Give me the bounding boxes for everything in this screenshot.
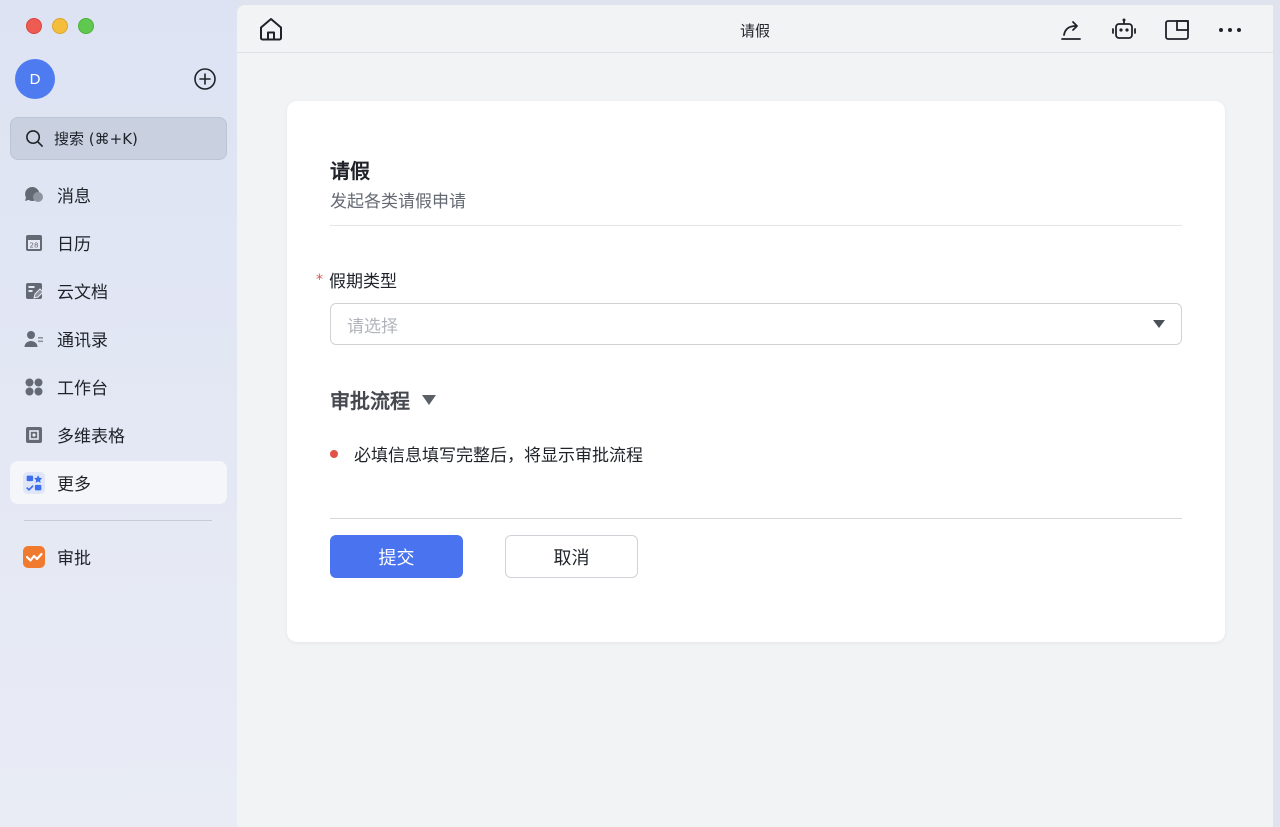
avatar[interactable]: D: [15, 59, 55, 99]
share-icon: [1060, 20, 1081, 40]
leave-type-label-text: 假期类型: [329, 272, 397, 292]
ellipsis-icon: [1218, 27, 1241, 32]
sidebar-item-messages[interactable]: 消息: [10, 173, 227, 216]
select-placeholder: 请选择: [347, 316, 398, 337]
sidebar-item-label: 通讯录: [57, 331, 108, 351]
sidebar-item-label: 云文档: [57, 283, 108, 303]
add-button[interactable]: [193, 67, 217, 91]
approval-flow-note-text: 必填信息填写完整后，将显示审批流程: [354, 446, 643, 466]
sidebar-item-label: 工作台: [57, 379, 108, 399]
required-mark: *: [316, 271, 323, 288]
calendar-day: 28: [30, 241, 39, 249]
message-icon: [23, 184, 45, 206]
submit-button[interactable]: 提交: [330, 535, 463, 578]
form-divider: [330, 225, 1182, 226]
main-panel: 请假 请假 发起各类请假申请 * 假期类型 请选择 审批流程 必填信息填写完整后…: [237, 5, 1273, 827]
search-label: 搜索 (⌘+K): [54, 130, 138, 148]
approval-flow-note: 必填信息填写完整后，将显示审批流程: [330, 441, 643, 466]
sidebar-item-calendar[interactable]: 28 日历: [10, 221, 227, 264]
actions-divider: [330, 518, 1182, 519]
window-layout-button[interactable]: [1163, 16, 1190, 43]
sidebar-divider: [24, 520, 212, 521]
form-title: 请假: [330, 159, 370, 183]
window-controls: [26, 18, 94, 34]
sidebar-item-label: 日历: [57, 235, 91, 255]
leave-type-label: * 假期类型: [316, 267, 397, 293]
base-icon: [23, 424, 45, 446]
approval-flow-title: 审批流程: [330, 389, 410, 413]
share-button[interactable]: [1057, 16, 1084, 43]
cancel-button[interactable]: 取消: [505, 535, 638, 578]
top-bar: 请假: [237, 5, 1273, 53]
approval-flow-toggle[interactable]: 审批流程: [330, 385, 436, 414]
contacts-icon: [23, 328, 45, 350]
approval-icon: [23, 545, 45, 568]
dropdown-arrow-icon: [1153, 320, 1165, 328]
sidebar-item-label: 审批: [57, 549, 91, 569]
split-window-icon: [1164, 19, 1189, 40]
more-options-button[interactable]: [1216, 16, 1243, 43]
leave-form-card: 请假 发起各类请假申请 * 假期类型 请选择 审批流程 必填信息填写完整后，将显…: [287, 101, 1225, 642]
caret-down-icon: [422, 394, 436, 405]
docs-icon: [23, 280, 45, 302]
sidebar-item-label: 多维表格: [57, 427, 125, 447]
zoom-window-button[interactable]: [78, 18, 94, 34]
calendar-icon: 28: [23, 232, 45, 254]
sidebar-item-base[interactable]: 多维表格: [10, 413, 227, 456]
sidebar-nav: 消息 28 日历 云文档 通讯录 工作台 多维表格 更多: [10, 173, 227, 509]
bullet-dot-icon: [330, 449, 338, 458]
robot-icon: [1111, 18, 1136, 39]
sidebar-item-approval[interactable]: 审批: [10, 535, 227, 578]
leave-type-select[interactable]: 请选择: [330, 303, 1182, 345]
sidebar-item-contacts[interactable]: 通讯录: [10, 317, 227, 360]
sidebar-item-more[interactable]: 更多: [10, 461, 227, 504]
sidebar: D 搜索 (⌘+K) 消息 28 日历 云文档 通讯录 工作台 多维表格 更多 …: [0, 0, 237, 827]
search-icon: [26, 130, 43, 147]
search-bar[interactable]: 搜索 (⌘+K): [10, 117, 227, 160]
form-subtitle: 发起各类请假申请: [330, 192, 466, 212]
minimize-window-button[interactable]: [52, 18, 68, 34]
sidebar-item-docs[interactable]: 云文档: [10, 269, 227, 312]
workplace-icon: [23, 376, 45, 398]
bot-button[interactable]: [1110, 16, 1137, 43]
plus-circle-icon: [194, 68, 216, 90]
sidebar-item-label: 更多: [57, 475, 91, 495]
top-bar-actions: [1057, 16, 1243, 43]
more-apps-icon: [23, 471, 45, 494]
sidebar-item-workplace[interactable]: 工作台: [10, 365, 227, 408]
sidebar-item-label: 消息: [57, 187, 91, 207]
close-window-button[interactable]: [26, 18, 42, 34]
